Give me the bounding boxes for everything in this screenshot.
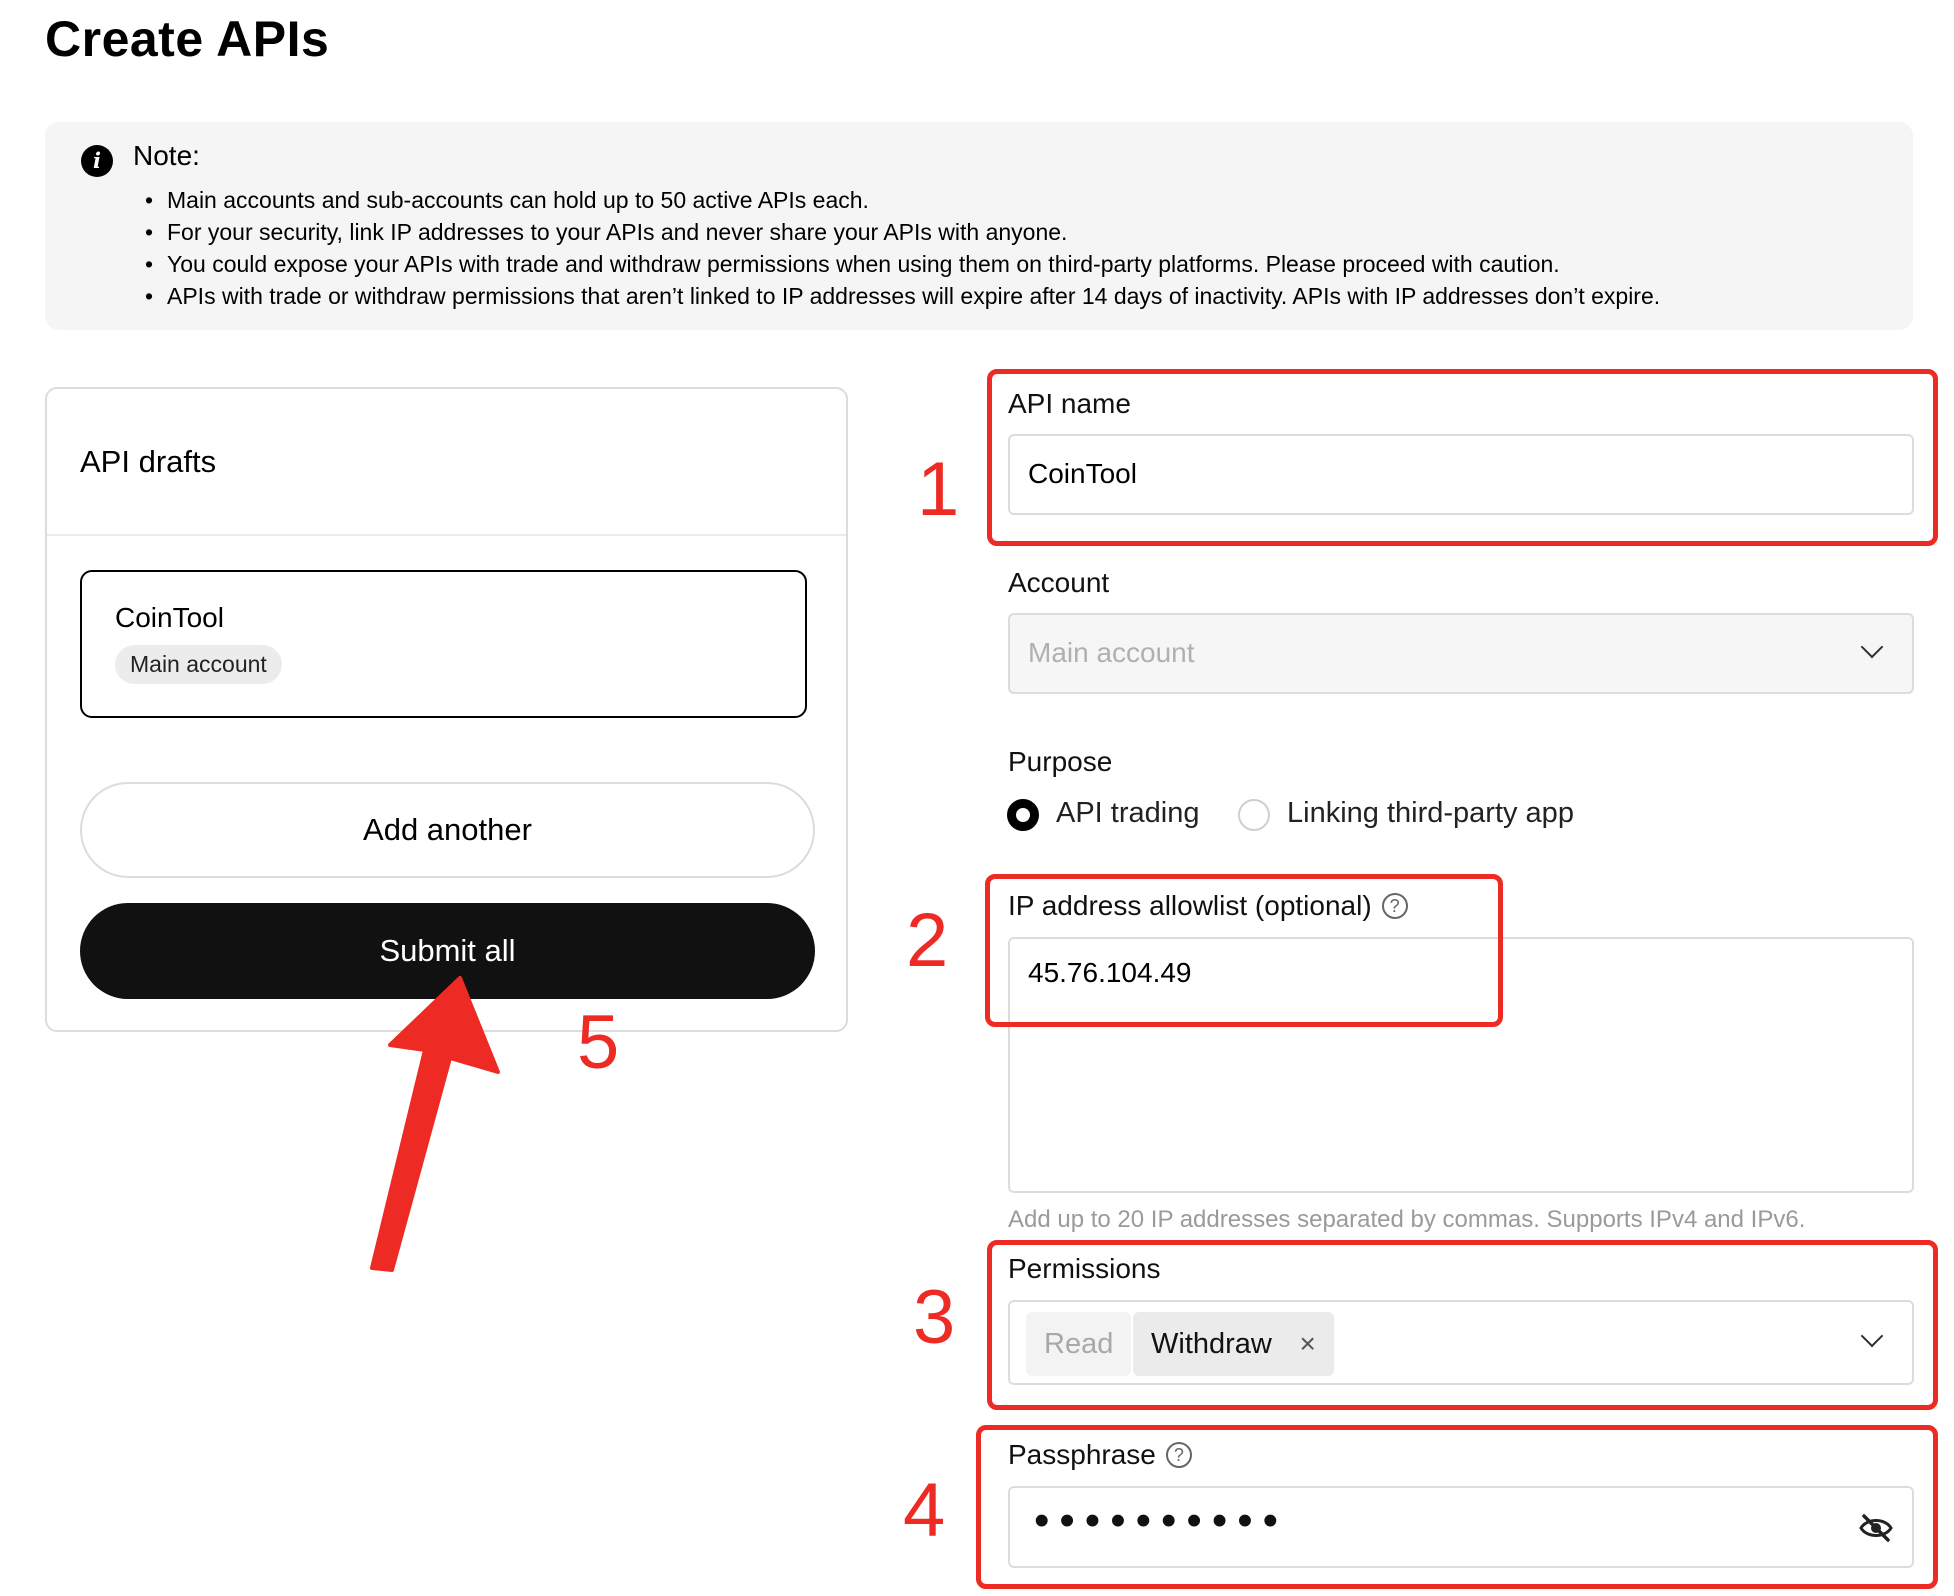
note-box: i Note: Main accounts and sub-accounts c…: [45, 122, 1913, 330]
note-item: For your security, link IP addresses to …: [145, 216, 1660, 248]
annotation-box-1: [987, 369, 1938, 546]
api-drafts-panel: API drafts CoinTool Main account Add ano…: [45, 387, 848, 1032]
note-title: Note:: [133, 140, 200, 171]
annotation-step-3: 3: [913, 1275, 956, 1360]
account-select[interactable]: Main account: [1008, 613, 1914, 694]
annotation-box-2: [985, 874, 1503, 1027]
info-icon: i: [81, 145, 113, 177]
annotation-step-5: 5: [577, 1000, 620, 1085]
note-item: Main accounts and sub-accounts can hold …: [145, 184, 1660, 216]
ip-allowlist-helper: Add up to 20 IP addresses separated by c…: [1008, 1206, 1806, 1233]
radio-label-api-trading[interactable]: API trading: [1056, 797, 1199, 830]
account-value: Main account: [1028, 637, 1195, 668]
radio-label-linking-third-party[interactable]: Linking third-party app: [1287, 797, 1574, 830]
annotation-step-2: 2: [906, 898, 949, 983]
divider: [47, 534, 846, 536]
draft-name: CoinTool: [115, 602, 224, 633]
note-item: You could expose your APIs with trade an…: [145, 248, 1660, 280]
draft-card[interactable]: CoinTool Main account: [80, 570, 807, 718]
note-item: APIs with trade or withdraw permissions …: [145, 280, 1660, 312]
chevron-down-icon: [1860, 635, 1884, 659]
annotation-arrow: [370, 976, 500, 1272]
drafts-title: API drafts: [80, 444, 217, 479]
annotation-step-1: 1: [917, 447, 960, 532]
account-label: Account: [1008, 567, 1110, 598]
add-another-button[interactable]: Add another: [80, 782, 815, 878]
radio-api-trading[interactable]: [1007, 799, 1039, 831]
annotation-step-4: 4: [903, 1468, 946, 1553]
radio-linking-third-party[interactable]: [1238, 799, 1270, 831]
purpose-label: Purpose: [1008, 746, 1113, 777]
annotation-box-3: [987, 1240, 1938, 1410]
page-title: Create APIs: [45, 11, 330, 67]
note-list: Main accounts and sub-accounts can hold …: [145, 184, 1660, 312]
annotation-box-4: [976, 1425, 1938, 1589]
draft-account-tag: Main account: [115, 645, 282, 684]
